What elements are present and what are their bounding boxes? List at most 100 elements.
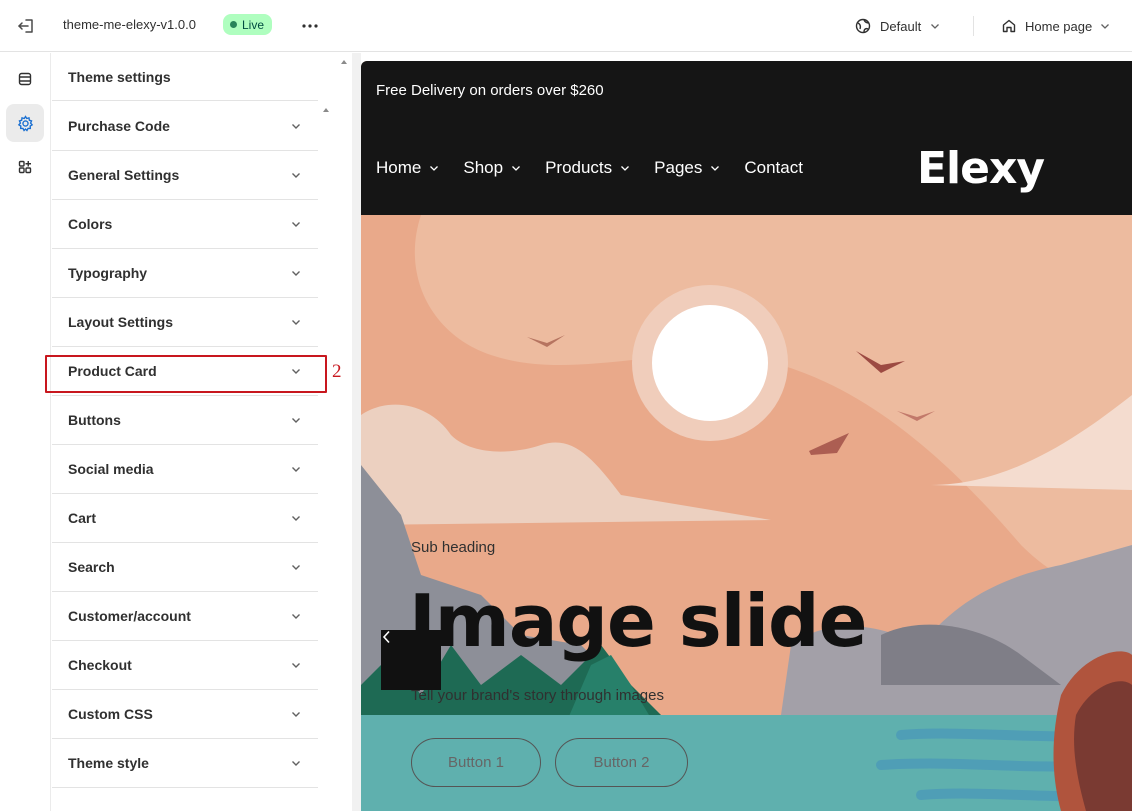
nav-item-pages[interactable]: Pages	[654, 158, 720, 178]
sections-icon	[18, 72, 32, 86]
setting-social-media[interactable]: Social media	[52, 445, 318, 494]
setting-label: Customer/account	[68, 608, 191, 624]
theme-settings-panel: Theme settings Purchase Code General Set…	[52, 53, 352, 811]
setting-theme-style[interactable]: Theme style	[52, 739, 318, 788]
gear-icon	[17, 114, 33, 132]
slide-button-2[interactable]: Button 2	[555, 738, 688, 787]
setting-checkout[interactable]: Checkout	[52, 641, 318, 690]
setting-buttons[interactable]: Buttons	[52, 396, 318, 445]
chevron-down-icon	[290, 169, 302, 181]
setting-cart[interactable]: Cart	[52, 494, 318, 543]
hero-illustration	[361, 215, 1132, 811]
setting-typography[interactable]: Typography	[52, 249, 318, 298]
page-select[interactable]: Home page	[1001, 14, 1110, 38]
setting-label: Custom CSS	[68, 706, 153, 722]
setting-label: Theme style	[68, 755, 149, 771]
chevron-down-icon	[290, 414, 302, 426]
store-nav: Home Shop Products Pages Contact	[376, 158, 827, 178]
chevron-down-icon	[290, 463, 302, 475]
apps-icon	[18, 160, 32, 174]
scroll-up-arrow-icon[interactable]	[339, 57, 349, 67]
top-bar: theme-me-elexy-v1.0.0 Live Default Home …	[0, 0, 1132, 52]
hero-slide: Sub heading Image slide Tell your brand'…	[361, 215, 1132, 811]
chevron-down-icon	[290, 561, 302, 573]
setting-purchase-code[interactable]: Purchase Code	[52, 102, 318, 151]
setting-label: Colors	[68, 216, 113, 232]
setting-general-settings[interactable]: General Settings	[52, 151, 318, 200]
chevron-left-icon	[382, 630, 390, 644]
setting-label: General Settings	[68, 167, 180, 183]
language-select[interactable]: Default	[855, 14, 940, 38]
chevron-down-icon	[710, 163, 720, 173]
chevron-down-icon	[290, 708, 302, 720]
slide-prev-button[interactable]	[381, 630, 441, 690]
chevron-down-icon	[290, 218, 302, 230]
theme-name: theme-me-elexy-v1.0.0	[63, 17, 196, 32]
status-badge: Live	[223, 14, 273, 35]
nav-label: Shop	[463, 158, 504, 177]
chevron-down-icon	[1101, 24, 1110, 29]
chevron-down-icon	[931, 24, 940, 29]
store-header: Home Shop Products Pages Contact Elexy	[361, 121, 1132, 215]
chevron-down-icon	[290, 267, 302, 279]
exit-icon	[18, 19, 33, 33]
setting-label: Search	[68, 559, 115, 575]
panel-title: Theme settings	[52, 53, 318, 101]
setting-label: Layout Settings	[68, 314, 174, 330]
topbar-divider	[973, 16, 974, 36]
chevron-down-icon	[290, 512, 302, 524]
setting-label: Cart	[68, 510, 97, 526]
apps-button[interactable]	[6, 148, 44, 186]
chevron-down-icon	[290, 120, 302, 132]
setting-colors[interactable]: Colors	[52, 200, 318, 249]
nav-item-contact[interactable]: Contact	[744, 158, 803, 178]
globe-icon	[855, 18, 871, 34]
chevron-down-icon	[290, 757, 302, 769]
chevron-down-icon	[511, 163, 521, 173]
setting-search[interactable]: Search	[52, 543, 318, 592]
chevron-down-icon	[620, 163, 630, 173]
theme-settings-button[interactable]	[6, 104, 44, 142]
slide-text: Tell your brand's story through images	[411, 687, 664, 704]
slide-sub-heading: Sub heading	[411, 539, 496, 556]
setting-label: Purchase Code	[68, 118, 170, 134]
setting-label: Social media	[68, 461, 154, 477]
slide-title: Image slide	[409, 579, 867, 663]
panel-gutter	[352, 53, 361, 811]
chevron-down-icon	[290, 659, 302, 671]
nav-item-shop[interactable]: Shop	[463, 158, 521, 178]
store-logo[interactable]: Elexy	[917, 143, 1045, 194]
setting-label: Checkout	[68, 657, 132, 673]
left-rail	[0, 53, 51, 811]
settings-list: Purchase Code General Settings Colors Ty…	[52, 102, 318, 788]
store-preview: Free Delivery on orders over $260 Home S…	[361, 61, 1132, 811]
language-select-label: Default	[880, 18, 922, 34]
status-badge-label: Live	[242, 17, 265, 32]
nav-label: Contact	[744, 158, 803, 177]
slide-button-1[interactable]: Button 1	[411, 738, 541, 787]
nav-label: Products	[545, 158, 613, 177]
more-icon	[302, 24, 318, 28]
sections-button[interactable]	[6, 60, 44, 98]
setting-customer-account[interactable]: Customer/account	[52, 592, 318, 641]
setting-label: Buttons	[68, 412, 121, 428]
exit-button[interactable]	[14, 14, 38, 38]
chevron-down-icon	[429, 163, 439, 173]
announcement-bar: Free Delivery on orders over $260	[361, 61, 1132, 121]
page-select-label: Home page	[1025, 18, 1093, 34]
nav-item-home[interactable]: Home	[376, 158, 439, 178]
nav-label: Home	[376, 158, 422, 177]
home-icon	[1002, 19, 1016, 33]
nav-label: Pages	[654, 158, 703, 177]
more-actions-button[interactable]	[298, 14, 322, 38]
chevron-down-icon	[290, 610, 302, 622]
setting-label: Typography	[68, 265, 148, 281]
chevron-down-icon	[290, 316, 302, 328]
live-dot-icon	[230, 21, 237, 28]
highlight-box	[45, 355, 327, 393]
scroll-up-arrow-icon[interactable]	[321, 105, 331, 115]
annotation-number: 2	[332, 361, 342, 382]
nav-item-products[interactable]: Products	[545, 158, 630, 178]
setting-custom-css[interactable]: Custom CSS	[52, 690, 318, 739]
setting-layout-settings[interactable]: Layout Settings	[52, 298, 318, 347]
